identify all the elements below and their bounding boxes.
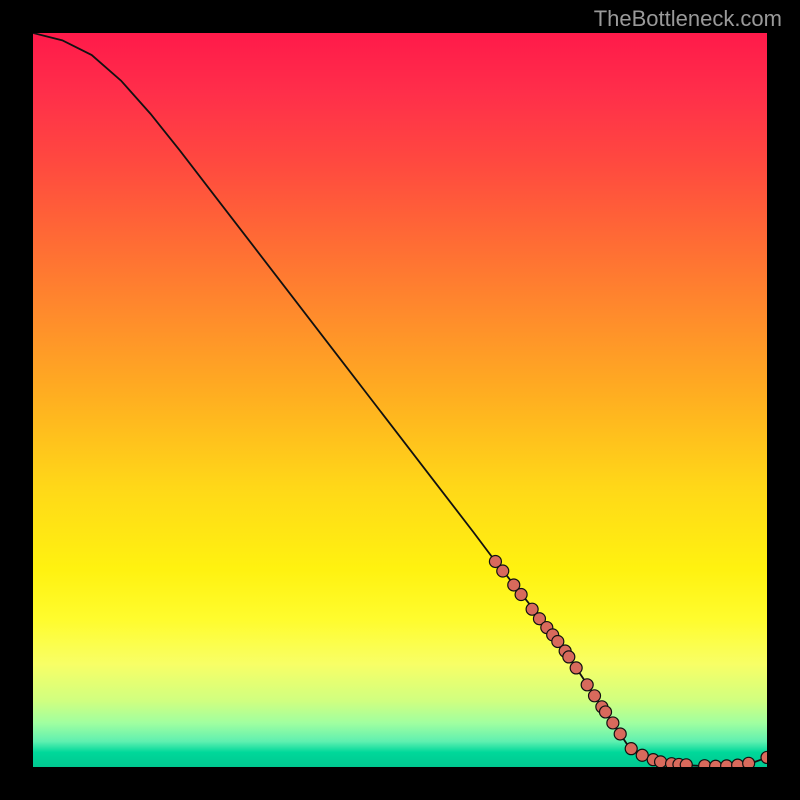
data-marker <box>743 757 755 767</box>
data-marker <box>614 728 626 740</box>
chart-plot-area <box>33 33 767 767</box>
data-marker <box>607 717 619 729</box>
highlight-markers <box>489 555 767 767</box>
data-marker <box>655 756 667 767</box>
data-marker <box>515 589 527 601</box>
data-marker <box>589 690 601 702</box>
data-marker <box>625 743 637 755</box>
watermark-text: TheBottleneck.com <box>594 6 782 32</box>
data-marker <box>699 760 711 767</box>
curve-line <box>33 33 767 766</box>
data-marker <box>680 759 692 767</box>
data-marker <box>710 760 722 767</box>
data-marker <box>761 751 767 763</box>
data-marker <box>721 760 733 767</box>
data-marker <box>570 662 582 674</box>
chart-overlay <box>33 33 767 767</box>
data-marker <box>732 759 744 767</box>
data-marker <box>636 749 648 761</box>
data-marker <box>563 651 575 663</box>
data-marker <box>581 679 593 691</box>
data-marker <box>600 706 612 718</box>
data-marker <box>497 565 509 577</box>
